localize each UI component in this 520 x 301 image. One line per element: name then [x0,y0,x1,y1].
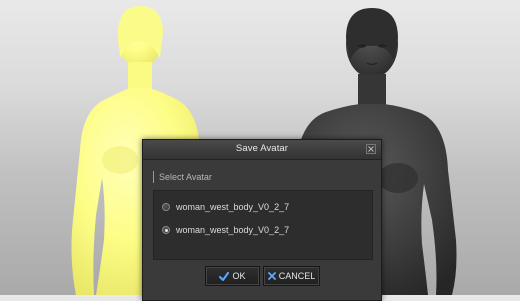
ok-button[interactable]: OK [205,266,260,286]
avatar-option-2[interactable]: woman_west_body_V0_2_7 [162,223,289,237]
close-icon [368,146,374,152]
ok-label: OK [232,271,246,281]
cancel-button[interactable]: CANCEL [263,266,320,286]
x-icon [267,272,276,280]
avatar-option-label: woman_west_body_V0_2_7 [176,225,290,235]
cancel-label: CANCEL [278,271,316,281]
avatar-option-list: woman_west_body_V0_2_7 woman_west_body_V… [153,190,373,260]
checkmark-icon [219,271,230,281]
avatar-option-label: woman_west_body_V0_2_7 [176,202,290,212]
dialog-titlebar[interactable]: Save Avatar [143,140,381,160]
radio-button-unselected[interactable] [162,203,170,211]
radio-button-selected[interactable] [162,226,170,234]
avatar-option-1[interactable]: woman_west_body_V0_2_7 [162,200,289,214]
dialog-title: Save Avatar [235,143,289,154]
select-avatar-label: Select Avatar [153,171,212,183]
save-avatar-dialog: Save Avatar Select Avatar woman_west_bod… [142,139,382,301]
close-button[interactable] [366,144,376,154]
